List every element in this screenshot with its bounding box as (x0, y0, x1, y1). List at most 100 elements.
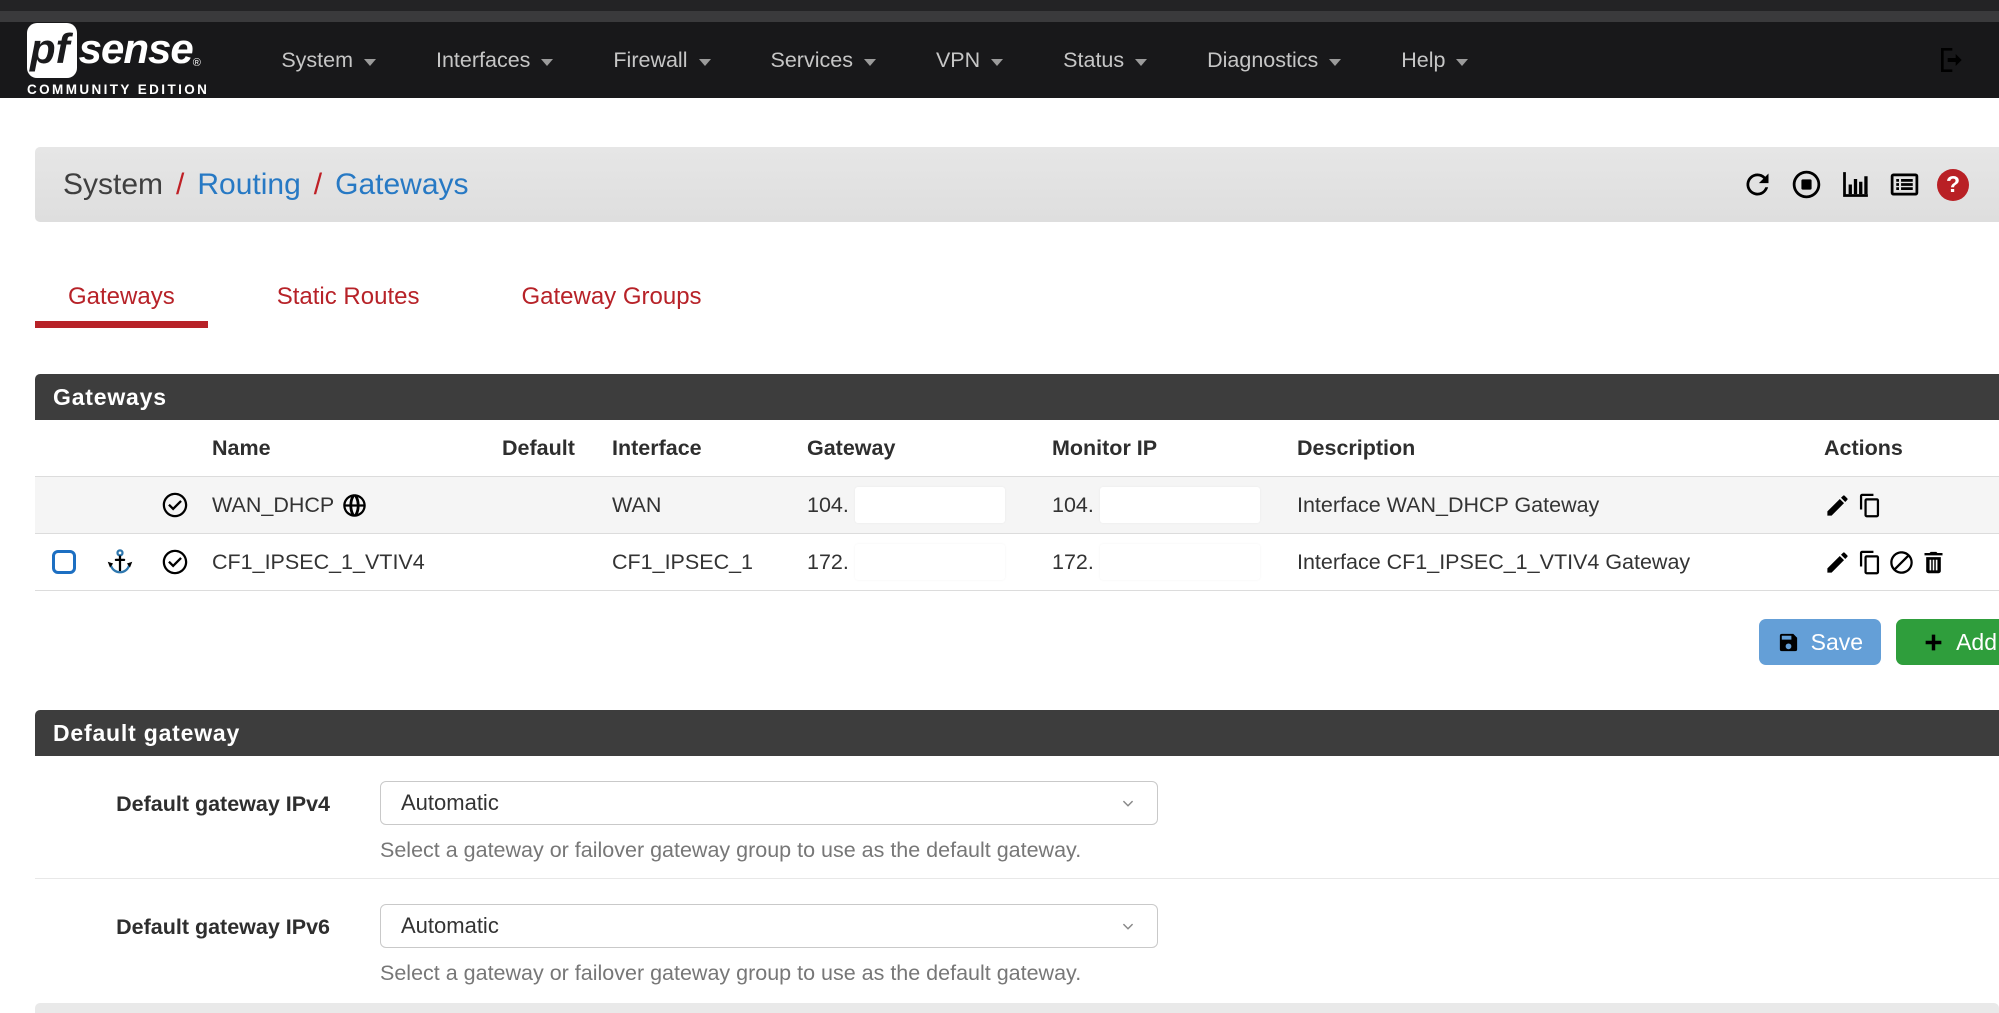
tab-gateways[interactable]: Gateways (35, 283, 208, 328)
chevron-down-icon (1135, 59, 1147, 66)
tab-gateway-groups[interactable]: Gateway Groups (488, 283, 734, 328)
menu-item-label: Interfaces (436, 48, 530, 73)
monitor-ip-cell: 104. (1042, 487, 1287, 523)
menu-item-label: Diagnostics (1207, 48, 1318, 73)
stop-icon[interactable] (1790, 168, 1823, 201)
gateways-panel: Gateways Name Default Interface Gateway … (35, 374, 1999, 591)
logo-pf-badge: pf (27, 23, 77, 78)
save-button-label: Save (1811, 629, 1863, 656)
row-anchor-cell (92, 547, 147, 577)
delete-icon[interactable] (1920, 549, 1947, 576)
page-action-icons: ? (1741, 168, 1969, 201)
table-row: WAN_DHCP WAN 104. 104. Interface WAN_DHC… (35, 477, 1999, 534)
main-menu: System Interfaces Firewall Services VPN … (251, 48, 1498, 73)
logo-sense-text: sense (79, 23, 193, 70)
form-field: Automatic Select a gateway or failover g… (380, 904, 1158, 986)
check-circle-icon (160, 490, 190, 520)
monitor-ip-cell: 172. (1042, 544, 1287, 580)
chevron-down-icon (1456, 59, 1468, 66)
save-button[interactable]: Save (1759, 619, 1881, 665)
row-status-cell (147, 490, 202, 520)
form-group-ipv4: Default gateway IPv4 Automatic Select a … (35, 756, 1999, 878)
chevron-down-icon (699, 59, 711, 66)
copy-icon[interactable] (1856, 549, 1883, 576)
add-button[interactable]: Add (1896, 619, 1999, 665)
anchor-icon[interactable] (105, 547, 135, 577)
menu-item-label: Status (1063, 48, 1124, 73)
chevron-down-icon (364, 59, 376, 66)
copy-icon[interactable] (1856, 492, 1883, 519)
header-default: Default (492, 436, 602, 461)
panel-title: Default gateway (35, 710, 1999, 756)
edit-icon[interactable] (1824, 492, 1851, 519)
menu-item-interfaces[interactable]: Interfaces (406, 48, 583, 73)
menu-item-diagnostics[interactable]: Diagnostics (1177, 48, 1371, 73)
default-gateway-ipv6-label: Default gateway IPv6 (35, 904, 330, 986)
field-help-text: Select a gateway or failover gateway gro… (380, 961, 1158, 986)
menu-item-help[interactable]: Help (1371, 48, 1498, 73)
plus-icon (1922, 631, 1945, 654)
default-gateway-ipv4-select[interactable]: Automatic (380, 781, 1158, 825)
menu-item-vpn[interactable]: VPN (906, 48, 1033, 73)
default-gateway-panel: Default gateway Default gateway IPv4 Aut… (35, 710, 1999, 1001)
sign-out-icon[interactable] (1935, 44, 1967, 76)
menu-item-system[interactable]: System (251, 48, 406, 73)
chevron-down-icon (1329, 59, 1341, 66)
select-value: Automatic (401, 790, 499, 816)
gateway-name-cell: CF1_IPSEC_1_VTIV4 (202, 550, 492, 575)
row-select-cell (35, 550, 92, 574)
monitor-ip: 104. (1052, 493, 1094, 518)
menu-item-status[interactable]: Status (1033, 48, 1177, 73)
chevron-down-icon (864, 59, 876, 66)
breadcrumb-trail: System / Routing / Gateways (63, 168, 469, 202)
gateway-name-cell: WAN_DHCP (202, 492, 492, 519)
redacted-value (1100, 544, 1260, 580)
menu-item-firewall[interactable]: Firewall (583, 48, 740, 73)
field-help-text: Select a gateway or failover gateway gro… (380, 838, 1158, 863)
redacted-value (855, 544, 1005, 580)
registered-mark: ® (193, 57, 201, 69)
table-header-row: Name Default Interface Gateway Monitor I… (35, 420, 1999, 477)
header-monitor-ip: Monitor IP (1042, 436, 1287, 461)
floppy-icon (1777, 631, 1800, 654)
edit-icon[interactable] (1824, 549, 1851, 576)
tab-bar: Gateways Static Routes Gateway Groups (35, 283, 1999, 328)
gateway-name: WAN_DHCP (212, 493, 334, 518)
header-actions: Actions (1812, 436, 1999, 461)
logo-subtitle: COMMUNITY EDITION (27, 82, 209, 97)
chart-icon[interactable] (1839, 168, 1872, 201)
gateway-ip-cell: 104. (797, 487, 1042, 523)
breadcrumb-section: System (63, 168, 163, 202)
tab-static-routes[interactable]: Static Routes (244, 283, 453, 328)
log-icon[interactable] (1888, 168, 1921, 201)
redacted-value (855, 487, 1005, 523)
row-checkbox[interactable] (52, 550, 76, 574)
header-interface: Interface (602, 436, 797, 461)
add-button-label: Add (1956, 629, 1997, 656)
interface-cell: CF1_IPSEC_1 (602, 550, 797, 575)
default-gateway-ipv6-select[interactable]: Automatic (380, 904, 1158, 948)
check-circle-icon (160, 547, 190, 577)
disable-icon[interactable] (1888, 549, 1915, 576)
globe-icon (341, 492, 368, 519)
pfsense-logo[interactable]: pf sense ® COMMUNITY EDITION (27, 23, 209, 97)
chevron-down-icon (541, 59, 553, 66)
table-row: CF1_IPSEC_1_VTIV4 CF1_IPSEC_1 172. 172. … (35, 534, 1999, 591)
breadcrumb-link-gateways[interactable]: Gateways (335, 168, 468, 202)
form-field: Automatic Select a gateway or failover g… (380, 781, 1158, 863)
breadcrumb: System / Routing / Gateways ? (35, 147, 1999, 222)
menu-item-services[interactable]: Services (741, 48, 906, 73)
refresh-icon[interactable] (1741, 168, 1774, 201)
menu-item-label: VPN (936, 48, 980, 73)
window-chrome-strip (0, 11, 1999, 22)
button-row: Save Add (35, 619, 1999, 665)
form-group-ipv6: Default gateway IPv6 Automatic Select a … (35, 878, 1999, 1001)
monitor-ip: 172. (1052, 550, 1094, 575)
header-gateway: Gateway (797, 436, 1042, 461)
chevron-down-icon (1117, 792, 1139, 814)
next-section-edge (35, 1003, 1999, 1013)
help-icon[interactable]: ? (1937, 169, 1969, 201)
gateway-ip: 104. (807, 493, 849, 518)
gateway-ip: 172. (807, 550, 849, 575)
breadcrumb-link-routing[interactable]: Routing (197, 168, 300, 202)
